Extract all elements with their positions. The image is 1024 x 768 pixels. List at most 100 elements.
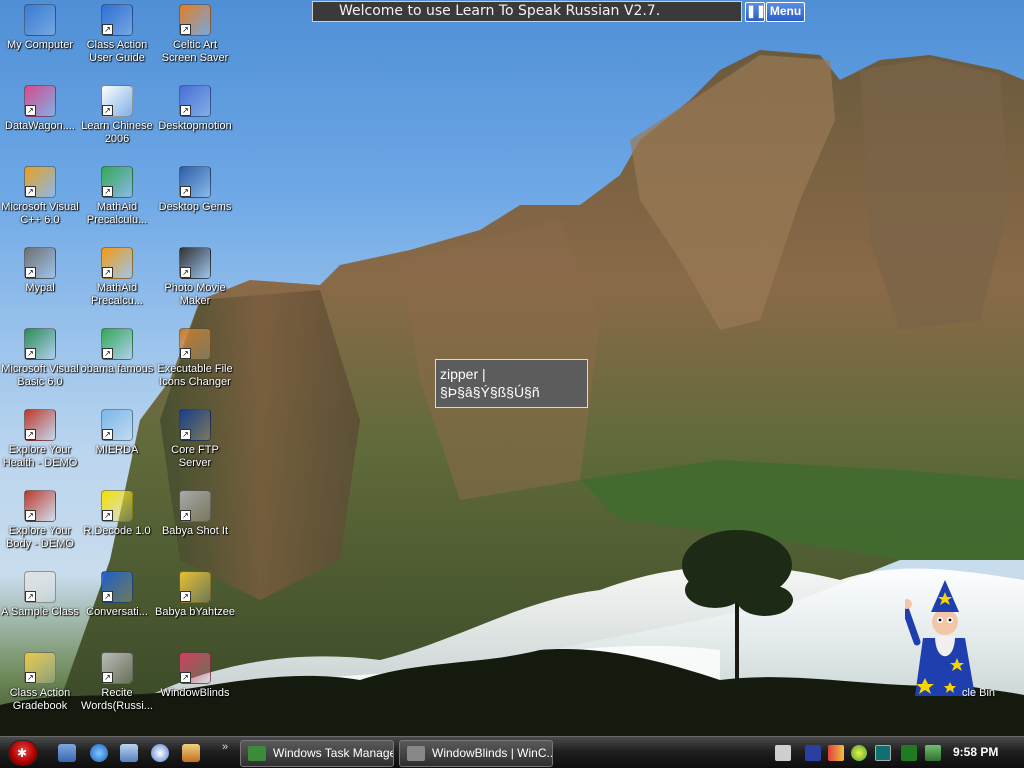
- shortcut-arrow-icon: ↗: [25, 591, 36, 602]
- recycle-bin-label[interactable]: cle Bin: [962, 687, 995, 699]
- desktop-icon-label: MathAid Precalcu...: [91, 282, 143, 307]
- shortcut-arrow-icon: ↗: [180, 105, 191, 116]
- desktop-icon[interactable]: ↗ Class Action Gradebook: [0, 648, 80, 726]
- desktop-icon[interactable]: ↗ Explore Your Health - DEMO: [0, 405, 80, 483]
- desktop-icon-label: Celtic Art Screen Saver: [161, 39, 229, 64]
- desktop-icon-label: Desktop Gems: [158, 201, 232, 213]
- desktop-icon[interactable]: ↗ Babya Shot It: [155, 486, 235, 564]
- shortcut-arrow-icon: ↗: [25, 510, 36, 521]
- desktop-icon[interactable]: ↗ Babya bYahtzee: [155, 567, 235, 645]
- desktop-icon[interactable]: ↗ Core FTP Server: [155, 405, 235, 483]
- desktop-icon[interactable]: ↗ Executable File Icons Changer: [155, 324, 235, 402]
- desktop-icon[interactable]: ↗ MathAid Precalculu...: [77, 162, 157, 240]
- windows-logo-icon: ✱: [17, 746, 28, 760]
- shortcut-arrow-icon: ↗: [102, 105, 113, 116]
- desktop-icon[interactable]: ↗ Desktop Gems: [155, 162, 235, 240]
- browser-icon: ↗: [101, 328, 133, 360]
- internet-explorer-icon[interactable]: [90, 744, 108, 762]
- keyboard-tray-icon[interactable]: [775, 745, 791, 761]
- desktop-icon[interactable]: ↗ Mypal: [0, 243, 80, 321]
- icons-changer-quicklaunch-icon[interactable]: [182, 744, 200, 762]
- shortcut-arrow-icon: ↗: [102, 672, 113, 683]
- task-windows-task-manager[interactable]: Windows Task Manager: [240, 740, 394, 767]
- desktop-icon-label: Babya bYahtzee: [155, 606, 235, 618]
- shortcut-arrow-icon: ↗: [25, 267, 36, 278]
- show-desktop-icon[interactable]: [58, 744, 76, 762]
- desktop-icon-label: Executable File Icons Changer: [157, 363, 233, 388]
- recite-icon: ↗: [101, 652, 133, 684]
- shortcut-arrow-icon: ↗: [180, 429, 191, 440]
- network-tray-icon[interactable]: [851, 745, 867, 761]
- safely-remove-tray-icon[interactable]: [925, 745, 941, 761]
- rdecode-icon: ↗: [101, 490, 133, 522]
- desktop-icon[interactable]: ↗ R.Decode 1.0: [77, 486, 157, 564]
- shortcut-arrow-icon: ↗: [180, 24, 191, 35]
- desktop-icon[interactable]: ↗ obama famous: [77, 324, 157, 402]
- desktop-icon-label: Microsoft Visual C++ 6.0: [1, 201, 79, 226]
- desktop-icon-label: DataWagon....: [5, 120, 75, 132]
- welcome-text: Welcome to use Learn To Speak Russian V2…: [339, 3, 661, 19]
- desktop-icon-label: Explore Your Body - DEMO: [6, 525, 74, 550]
- desktop-icon[interactable]: ↗ WindowBlinds: [155, 648, 235, 726]
- shortcut-arrow-icon: ↗: [180, 186, 191, 197]
- start-button[interactable]: ✱: [8, 740, 38, 766]
- shortcut-arrow-icon: ↗: [102, 348, 113, 359]
- task-windowblinds[interactable]: WindowBlinds | WinC...: [399, 740, 553, 767]
- desktop-icon-label: obama famous: [80, 363, 154, 375]
- shortcut-arrow-icon: ↗: [25, 186, 36, 197]
- computer-icon: [24, 4, 56, 36]
- desktop-icon[interactable]: ↗ Celtic Art Screen Saver: [155, 0, 235, 78]
- taskbar: ✱ » Windows Task Manager WindowBlinds | …: [0, 736, 1024, 768]
- desktop-icon[interactable]: ↗ A Sample Class: [0, 567, 80, 645]
- shortcut-arrow-icon: ↗: [180, 510, 191, 521]
- desktop-icon[interactable]: ↗ DataWagon....: [0, 81, 80, 159]
- desktop-icon[interactable]: My Computer: [0, 0, 80, 78]
- wizard-tray-icon[interactable]: [805, 745, 821, 761]
- desktop-icon[interactable]: ↗ Class Action User Guide: [77, 0, 157, 78]
- desktop-icon-label: Recite Words(Russi...: [81, 687, 153, 712]
- pause-button[interactable]: ❚❚: [745, 2, 766, 22]
- monitor-tray-icon[interactable]: [875, 745, 891, 761]
- task-manager-icon: [248, 746, 266, 761]
- desktop-icon-label: Microsoft Visual Basic 6.0: [1, 363, 79, 388]
- shortcut-arrow-icon: ↗: [25, 429, 36, 440]
- body-icon: ↗: [24, 490, 56, 522]
- document-icon: ↗: [24, 571, 56, 603]
- desktop-icon[interactable]: ↗ Microsoft Visual Basic 6.0: [0, 324, 80, 402]
- desktop-icon-label: MathAid Precalculu...: [86, 201, 148, 226]
- desktop-icon-label: Class Action Gradebook: [9, 687, 71, 712]
- conversation-icon: ↗: [101, 571, 133, 603]
- shortcut-arrow-icon: ↗: [180, 348, 191, 359]
- desktop-icon[interactable]: ↗ Desktopmotion: [155, 81, 235, 159]
- flag-tray-icon[interactable]: [828, 745, 844, 761]
- shortcut-arrow-icon: ↗: [25, 672, 36, 683]
- image-file-icon: ↗: [101, 409, 133, 441]
- gradebook-icon: ↗: [24, 652, 56, 684]
- performance-tray-icon[interactable]: [901, 745, 917, 761]
- camera-icon: ↗: [179, 490, 211, 522]
- datawagon-icon: ↗: [24, 85, 56, 117]
- desktop-icon[interactable]: ↗ Recite Words(Russi...: [77, 648, 157, 726]
- wizard-mascot[interactable]: [901, 578, 985, 700]
- desktop-icon-label: Learn Chinese 2006: [81, 120, 153, 145]
- window-switcher-icon[interactable]: [120, 744, 138, 762]
- mathaid-tiles-icon: ↗: [101, 247, 133, 279]
- visual-basic-icon: ↗: [24, 328, 56, 360]
- shortcut-arrow-icon: ↗: [102, 591, 113, 602]
- desktop-icon[interactable]: ↗ Explore Your Body - DEMO: [0, 486, 80, 564]
- media-player-icon[interactable]: [151, 744, 169, 762]
- windowblinds-icon: ↗: [179, 652, 211, 684]
- shortcut-arrow-icon: ↗: [102, 510, 113, 521]
- raccoon-icon: ↗: [24, 247, 56, 279]
- menu-button[interactable]: Menu: [766, 2, 805, 22]
- quick-launch-more-icon[interactable]: »: [222, 741, 228, 753]
- desktop-icon[interactable]: ↗ MIERDA: [77, 405, 157, 483]
- clapperboard-icon: ↗: [179, 247, 211, 279]
- desktop-icon[interactable]: ↗ MathAid Precalcu...: [77, 243, 157, 321]
- desktop-icon[interactable]: ↗ Conversati...: [77, 567, 157, 645]
- desktop-icon[interactable]: ↗ Microsoft Visual C++ 6.0: [0, 162, 80, 240]
- desktop-icon[interactable]: ↗ Photo Movie Maker: [155, 243, 235, 321]
- shortcut-arrow-icon: ↗: [102, 267, 113, 278]
- desktop-icon[interactable]: ↗ Learn Chinese 2006: [77, 81, 157, 159]
- learn-russian-bar: Welcome to use Learn To Speak Russian V2…: [312, 1, 742, 22]
